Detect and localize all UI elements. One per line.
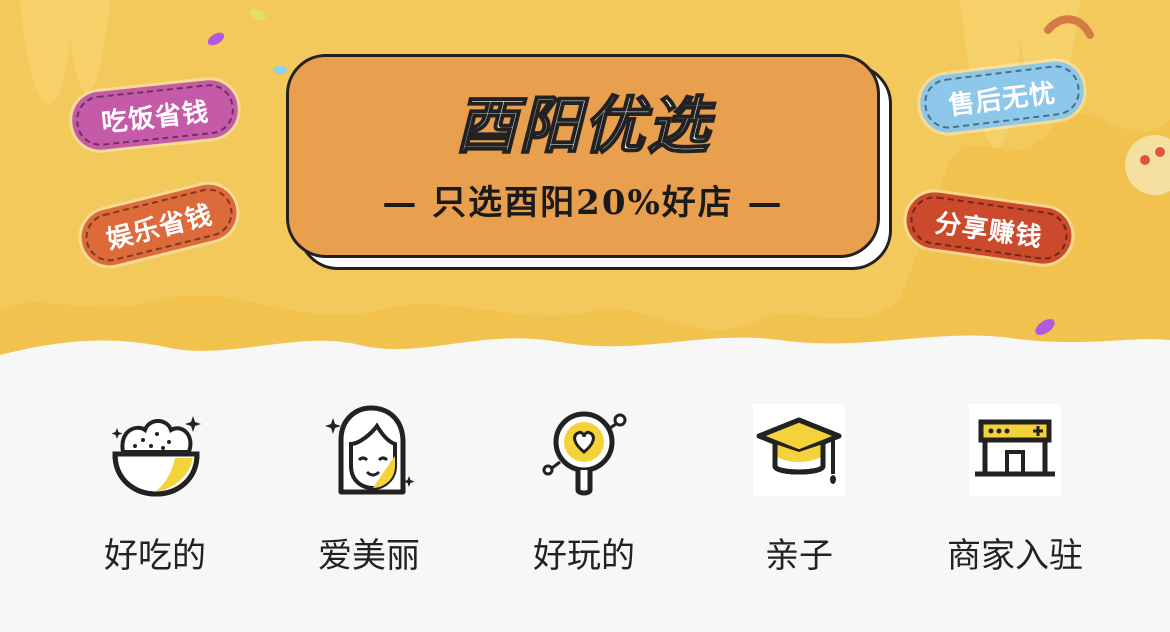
promo-banner[interactable]: 吃饭省钱 娱乐省钱 售后无忧 分享赚钱 酉阳优选 — 只选酉阳20%好店 — bbox=[0, 0, 1170, 380]
banner-subtitle: — 只选酉阳20%好店 — bbox=[382, 183, 784, 223]
category-label: 亲子 bbox=[765, 536, 833, 576]
category-label: 商家入驻 bbox=[947, 536, 1083, 576]
magnifier-heart-icon bbox=[542, 411, 627, 496]
category-label: 好吃的 bbox=[104, 536, 206, 576]
banner-title: 酉阳优选 bbox=[454, 88, 711, 163]
rice-bowl-icon bbox=[111, 416, 201, 497]
category-label: 爱美丽 bbox=[318, 536, 420, 576]
graduation-cap-icon bbox=[753, 404, 845, 496]
category-merchant-join[interactable]: 商家入驻 bbox=[915, 400, 1115, 577]
category-fun[interactable]: 好玩的 bbox=[484, 400, 684, 577]
category-beauty[interactable]: 爱美丽 bbox=[269, 400, 469, 577]
category-label: 好玩的 bbox=[533, 536, 635, 576]
category-grid: 好吃的 爱美丽 好玩的 亲子 商家入驻 bbox=[0, 400, 1170, 600]
beauty-girl-icon bbox=[325, 405, 415, 495]
storefront-icon bbox=[969, 404, 1061, 496]
category-food[interactable]: 好吃的 bbox=[55, 400, 255, 577]
category-parent-child[interactable]: 亲子 bbox=[699, 400, 899, 577]
banner-card: 酉阳优选 — 只选酉阳20%好店 — bbox=[286, 54, 880, 258]
